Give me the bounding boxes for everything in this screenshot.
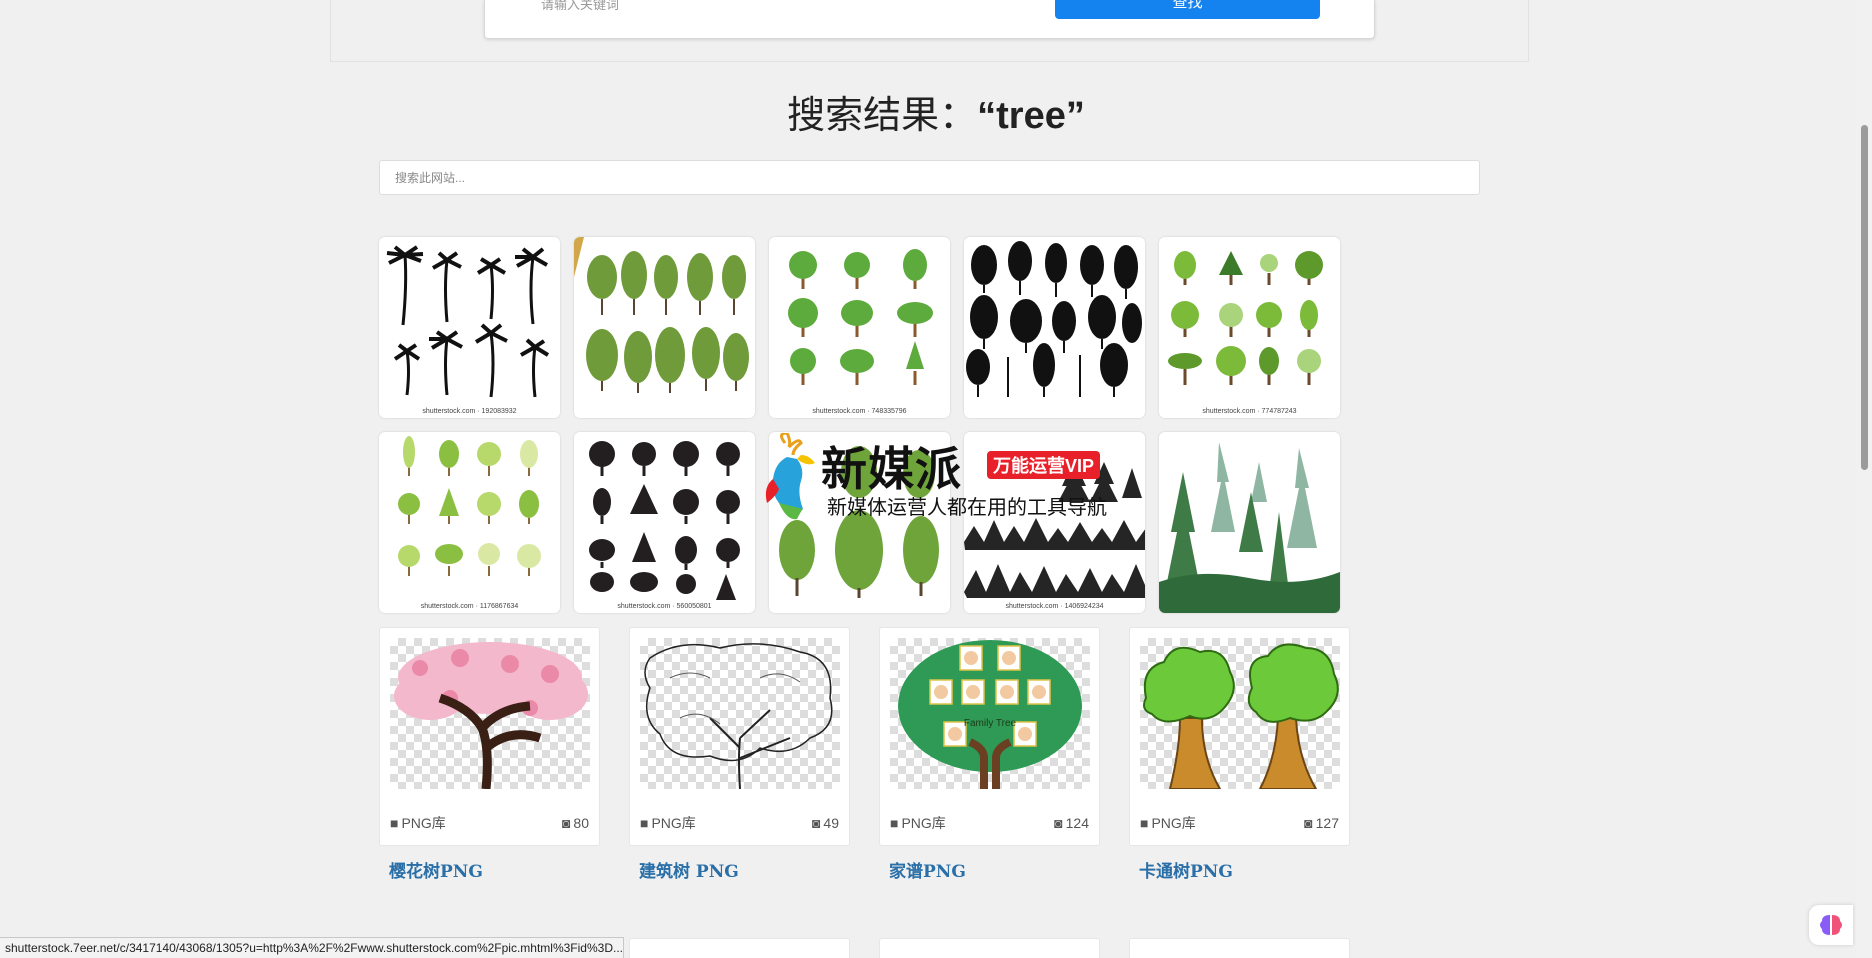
thumbnail-watermark: shutterstock.com · 192083932 xyxy=(422,408,517,415)
folder-icon: ■ xyxy=(890,815,899,831)
thumbnail-watermark: shutterstock.com · 748335796 xyxy=(812,408,907,415)
thumbnail-watermark: shutterstock.com · 1406924234 xyxy=(1005,603,1104,610)
card-category[interactable]: ■ PNG库 xyxy=(1140,813,1196,833)
cartoon-green-trees-icon xyxy=(788,249,933,385)
thumbnail-pine-forest[interactable]: shutterstock.com · 1406924234 xyxy=(964,432,1145,613)
cherry-blossom-tree-icon xyxy=(394,642,588,789)
thumbnail-watermark: shutterstock.com · 1176867634 xyxy=(420,603,519,610)
architectural-tree-sketch-icon xyxy=(644,643,833,789)
camera-icon: ◙ xyxy=(811,815,821,831)
forest-scene-icon xyxy=(1159,442,1340,613)
card-photo-count: ◙ 80 xyxy=(562,815,589,831)
family-tree-label: Family Tree xyxy=(964,718,1017,729)
camera-icon: ◙ xyxy=(561,815,571,831)
card-category-label: PNG库 xyxy=(651,815,696,831)
result-card[interactable]: ■ PNG库 ◙ 80 xyxy=(379,627,600,846)
card-photo-count: ◙ 127 xyxy=(1304,815,1339,831)
thumbnail-dark-icons[interactable]: shutterstock.com · 560050801 xyxy=(574,432,755,613)
result-card[interactable]: ■ PNG库 ◙ 127 xyxy=(1129,627,1350,846)
camera-icon: ◙ xyxy=(1054,815,1063,831)
card-meta: ■ PNG库 ◙ 80 xyxy=(390,813,589,833)
card-count-value: 127 xyxy=(1315,815,1339,831)
thumbnail-palm-trees[interactable]: shutterstock.com · 192083932 xyxy=(379,237,560,418)
brain-icon xyxy=(1820,915,1842,935)
thumbnail-willow-trees[interactable] xyxy=(574,237,755,418)
camera-icon: ◙ xyxy=(1304,815,1313,831)
site-search-input[interactable] xyxy=(379,160,1480,195)
card-title-link[interactable]: 卡通树PNG xyxy=(1139,857,1233,882)
assistant-button[interactable] xyxy=(1809,905,1853,945)
pine-forest-silhouette-icon xyxy=(964,460,1145,598)
thumbnail-flat-trees[interactable]: shutterstock.com · 774787243 xyxy=(1159,237,1340,418)
dark-tree-icons-icon xyxy=(589,441,740,600)
cartoon-tree-icon xyxy=(1143,643,1339,789)
browser-status-url: shutterstock.7eer.net/c/3417140/43068/13… xyxy=(0,937,624,958)
page-scrollbar[interactable] xyxy=(1856,0,1872,958)
card-meta: ■ PNG库 ◙ 49 xyxy=(640,813,839,833)
thumbnail-watermark: shutterstock.com · 774787243 xyxy=(1202,408,1297,415)
card-photo-count: ◙ 49 xyxy=(812,815,839,831)
card-category[interactable]: ■ PNG库 xyxy=(390,813,446,833)
page-title: 搜索结果：“tree” xyxy=(0,84,1872,139)
card-image[interactable] xyxy=(1140,638,1340,789)
card-title-link[interactable]: 樱花树PNG xyxy=(389,857,483,882)
search-button[interactable]: 查找 xyxy=(1055,0,1320,19)
search-hint[interactable]: 请输入关键词 xyxy=(541,0,619,13)
card-category-label: PNG库 xyxy=(901,815,946,831)
card-category[interactable]: ■ PNG库 xyxy=(640,813,696,833)
card-count-value: 49 xyxy=(823,815,839,831)
light-green-trees-icon xyxy=(398,436,541,576)
thumbnail-black-silhouettes[interactable] xyxy=(964,237,1145,418)
result-card-partial[interactable] xyxy=(1129,938,1350,958)
card-image[interactable] xyxy=(390,638,590,789)
card-title-link[interactable]: 家谱PNG xyxy=(889,857,966,882)
title-query: “tree” xyxy=(977,95,1085,137)
thumbnail-forest-scene[interactable] xyxy=(1159,432,1340,613)
result-card[interactable]: ■ PNG库 ◙ 49 xyxy=(629,627,850,846)
palm-trees-silhouette-icon xyxy=(386,245,550,398)
search-card: 请输入关键词 查找 xyxy=(484,0,1375,39)
card-meta: ■ PNG库 ◙ 127 xyxy=(1140,813,1339,833)
black-tree-silhouettes-icon xyxy=(966,241,1142,397)
card-count-value: 124 xyxy=(1065,815,1089,831)
thumbnail-realistic-trees[interactable] xyxy=(769,432,950,613)
card-image[interactable] xyxy=(640,638,840,789)
card-category-label: PNG库 xyxy=(401,815,446,831)
folder-icon: ■ xyxy=(1140,815,1149,831)
thumbnail-watermark: shutterstock.com · 560050801 xyxy=(617,603,712,610)
card-photo-count: ◙ 124 xyxy=(1054,815,1089,831)
result-card[interactable]: Family Tree ■ PNG库 ◙ 124 xyxy=(879,627,1100,846)
result-card-partial[interactable] xyxy=(629,938,850,958)
card-category-label: PNG库 xyxy=(1151,815,1196,831)
willow-trees-icon xyxy=(574,237,749,393)
card-title-link[interactable]: 建筑树 PNG xyxy=(639,857,739,882)
folder-icon: ■ xyxy=(640,815,649,831)
thumbnail-cartoon-trees[interactable]: shutterstock.com · 748335796 xyxy=(769,237,950,418)
card-meta: ■ PNG库 ◙ 124 xyxy=(890,813,1089,833)
title-prefix: 搜索结果： xyxy=(787,93,978,137)
card-category[interactable]: ■ PNG库 xyxy=(890,813,946,833)
realistic-trees-icon xyxy=(779,446,939,598)
flat-green-trees-icon xyxy=(1168,251,1323,385)
card-image[interactable]: Family Tree xyxy=(890,638,1090,789)
folder-icon: ■ xyxy=(390,815,399,831)
result-card-partial[interactable] xyxy=(879,938,1100,958)
scrollbar-thumb[interactable] xyxy=(1861,125,1868,470)
family-tree-icon: Family Tree xyxy=(898,640,1082,789)
card-count-value: 80 xyxy=(573,815,589,831)
thumbnail-light-trees[interactable]: shutterstock.com · 1176867634 xyxy=(379,432,560,613)
